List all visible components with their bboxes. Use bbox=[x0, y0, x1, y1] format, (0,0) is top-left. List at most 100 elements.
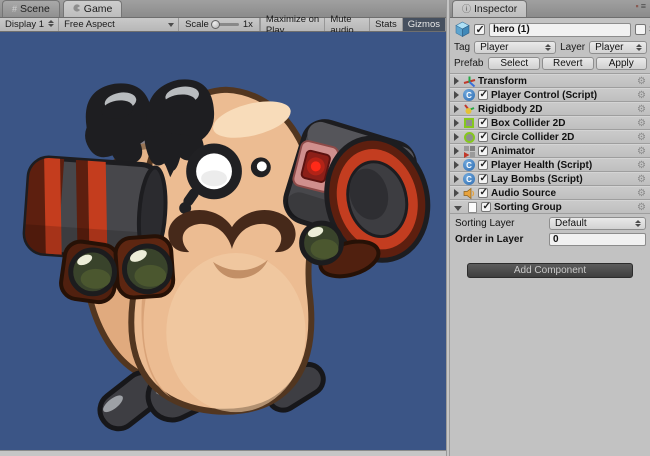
add-component-label: Add Component bbox=[514, 265, 586, 276]
component-enabled-checkbox[interactable] bbox=[478, 160, 488, 170]
gameobject-cube-icon bbox=[454, 21, 471, 38]
component-label: Audio Source bbox=[491, 188, 637, 199]
scene-grid-icon: # bbox=[12, 5, 17, 14]
component-list: Transform ⚙ C Player Control (Script) ⚙ … bbox=[450, 74, 650, 278]
expand-arrow-icon[interactable] bbox=[454, 133, 459, 141]
static-checkbox[interactable] bbox=[635, 24, 646, 35]
expand-arrow-icon[interactable] bbox=[454, 105, 459, 113]
game-view-panel: # Scene Game Display 1 Free Aspect Scale bbox=[0, 0, 446, 456]
csharp-script-icon: C bbox=[462, 173, 476, 186]
expand-arrow-icon[interactable] bbox=[454, 147, 459, 155]
csharp-script-icon: C bbox=[462, 159, 476, 172]
game-view-icon bbox=[73, 4, 81, 14]
component-enabled-checkbox[interactable] bbox=[478, 188, 488, 198]
component-enabled-checkbox[interactable] bbox=[478, 132, 488, 142]
scale-slider[interactable] bbox=[213, 23, 239, 26]
tab-scene[interactable]: # Scene bbox=[2, 0, 60, 17]
prefab-apply-label: Apply bbox=[609, 58, 634, 69]
scale-control: Scale 1x bbox=[179, 18, 260, 31]
prefab-revert-label: Revert bbox=[553, 58, 582, 69]
component-enabled-checkbox[interactable] bbox=[478, 90, 488, 100]
component-header-sorting-group[interactable]: Sorting Group ⚙ bbox=[450, 200, 650, 214]
layer-value: Player bbox=[595, 42, 623, 53]
gear-icon[interactable]: ⚙ bbox=[637, 174, 646, 185]
expand-arrow-icon[interactable] bbox=[454, 161, 459, 169]
component-header-player-control[interactable]: C Player Control (Script) ⚙ bbox=[450, 88, 650, 102]
component-enabled-checkbox[interactable] bbox=[478, 174, 488, 184]
tab-inspector[interactable]: ⓘ Inspector bbox=[452, 0, 527, 17]
gizmos-label: Gizmos bbox=[408, 19, 440, 30]
component-label: Animator bbox=[491, 146, 637, 157]
gear-icon[interactable]: ⚙ bbox=[637, 160, 646, 171]
expand-arrow-icon[interactable] bbox=[454, 119, 459, 127]
panel-menu-icon[interactable]: ▪≡ bbox=[636, 1, 650, 17]
component-header-audio-source[interactable]: Audio Source ⚙ bbox=[450, 186, 650, 200]
tab-game[interactable]: Game bbox=[63, 0, 123, 17]
sorting-layer-label: Sorting Layer bbox=[455, 218, 549, 229]
gear-icon[interactable]: ⚙ bbox=[637, 118, 646, 129]
gear-icon[interactable]: ⚙ bbox=[637, 132, 646, 143]
gear-icon[interactable]: ⚙ bbox=[637, 76, 646, 87]
animator-icon bbox=[462, 145, 476, 158]
chevron-down-icon bbox=[168, 23, 174, 27]
transform-icon bbox=[462, 75, 476, 88]
rigidbody-2d-icon bbox=[462, 103, 476, 116]
stats-button[interactable]: Stats bbox=[370, 18, 403, 31]
tab-game-label: Game bbox=[84, 3, 113, 15]
sorting-group-body: Sorting Layer Default Order in Layer bbox=[450, 214, 650, 250]
component-enabled-checkbox[interactable] bbox=[478, 146, 488, 156]
aspect-dropdown[interactable]: Free Aspect bbox=[59, 18, 179, 31]
mute-audio-button[interactable]: Mute audio bbox=[325, 18, 370, 31]
component-header-transform[interactable]: Transform ⚙ bbox=[450, 74, 650, 88]
component-header-circle-collider-2d[interactable]: Circle Collider 2D ⚙ bbox=[450, 130, 650, 144]
scale-slider-knob[interactable] bbox=[211, 20, 220, 29]
gameobject-header: Static ▾ Tag Player Layer Player Prefab … bbox=[450, 18, 650, 74]
view-tabbar: # Scene Game bbox=[0, 0, 446, 18]
component-label: Lay Bombs (Script) bbox=[491, 174, 637, 185]
layer-label: Layer bbox=[560, 42, 585, 53]
prefab-select-button[interactable]: Select bbox=[488, 57, 540, 70]
maximize-on-play-button[interactable]: Maximize on Play bbox=[261, 18, 325, 31]
component-label: Player Health (Script) bbox=[491, 160, 637, 171]
tag-dropdown[interactable]: Player bbox=[474, 41, 556, 54]
dropdown-updown-icon bbox=[48, 20, 54, 27]
sorting-layer-value: Default bbox=[555, 218, 587, 229]
expand-arrow-icon[interactable] bbox=[454, 77, 459, 85]
inspector-tabbar: ⓘ Inspector ▪≡ bbox=[450, 0, 650, 18]
audio-source-icon bbox=[462, 187, 476, 200]
collapse-arrow-icon[interactable] bbox=[454, 206, 462, 211]
component-label: Circle Collider 2D bbox=[491, 132, 637, 143]
display-dropdown[interactable]: Display 1 bbox=[0, 18, 59, 31]
gameobject-name-field[interactable] bbox=[489, 23, 631, 37]
component-header-rigidbody-2d[interactable]: Rigidbody 2D ⚙ bbox=[450, 102, 650, 116]
layer-dropdown[interactable]: Player bbox=[589, 41, 647, 54]
component-header-player-health[interactable]: C Player Health (Script) ⚙ bbox=[450, 158, 650, 172]
dropdown-updown-icon bbox=[545, 44, 551, 51]
expand-arrow-icon[interactable] bbox=[454, 91, 459, 99]
unity-editor-window: # Scene Game Display 1 Free Aspect Scale bbox=[0, 0, 650, 456]
sorting-layer-dropdown[interactable]: Default bbox=[549, 217, 646, 230]
gear-icon[interactable]: ⚙ bbox=[637, 202, 646, 213]
gizmos-button[interactable]: Gizmos bbox=[403, 18, 446, 31]
expand-arrow-icon[interactable] bbox=[454, 175, 459, 183]
prefab-label: Prefab bbox=[454, 58, 483, 69]
component-enabled-checkbox[interactable] bbox=[478, 118, 488, 128]
component-label: Box Collider 2D bbox=[491, 118, 637, 129]
component-enabled-checkbox[interactable] bbox=[481, 202, 491, 212]
gear-icon[interactable]: ⚙ bbox=[637, 90, 646, 101]
prefab-revert-button[interactable]: Revert bbox=[542, 57, 594, 70]
component-header-animator[interactable]: Animator ⚙ bbox=[450, 144, 650, 158]
gameobject-enabled-checkbox[interactable] bbox=[474, 24, 485, 35]
gear-icon[interactable]: ⚙ bbox=[637, 104, 646, 115]
sorting-group-icon bbox=[465, 201, 479, 214]
gear-icon[interactable]: ⚙ bbox=[637, 146, 646, 157]
component-header-box-collider-2d[interactable]: Box Collider 2D ⚙ bbox=[450, 116, 650, 130]
prefab-select-label: Select bbox=[500, 58, 528, 69]
prefab-apply-button[interactable]: Apply bbox=[596, 57, 648, 70]
game-viewport bbox=[0, 32, 446, 450]
gear-icon[interactable]: ⚙ bbox=[637, 188, 646, 199]
component-header-lay-bombs[interactable]: C Lay Bombs (Script) ⚙ bbox=[450, 172, 650, 186]
expand-arrow-icon[interactable] bbox=[454, 189, 459, 197]
order-in-layer-field[interactable] bbox=[549, 233, 646, 246]
add-component-button[interactable]: Add Component bbox=[467, 263, 633, 278]
